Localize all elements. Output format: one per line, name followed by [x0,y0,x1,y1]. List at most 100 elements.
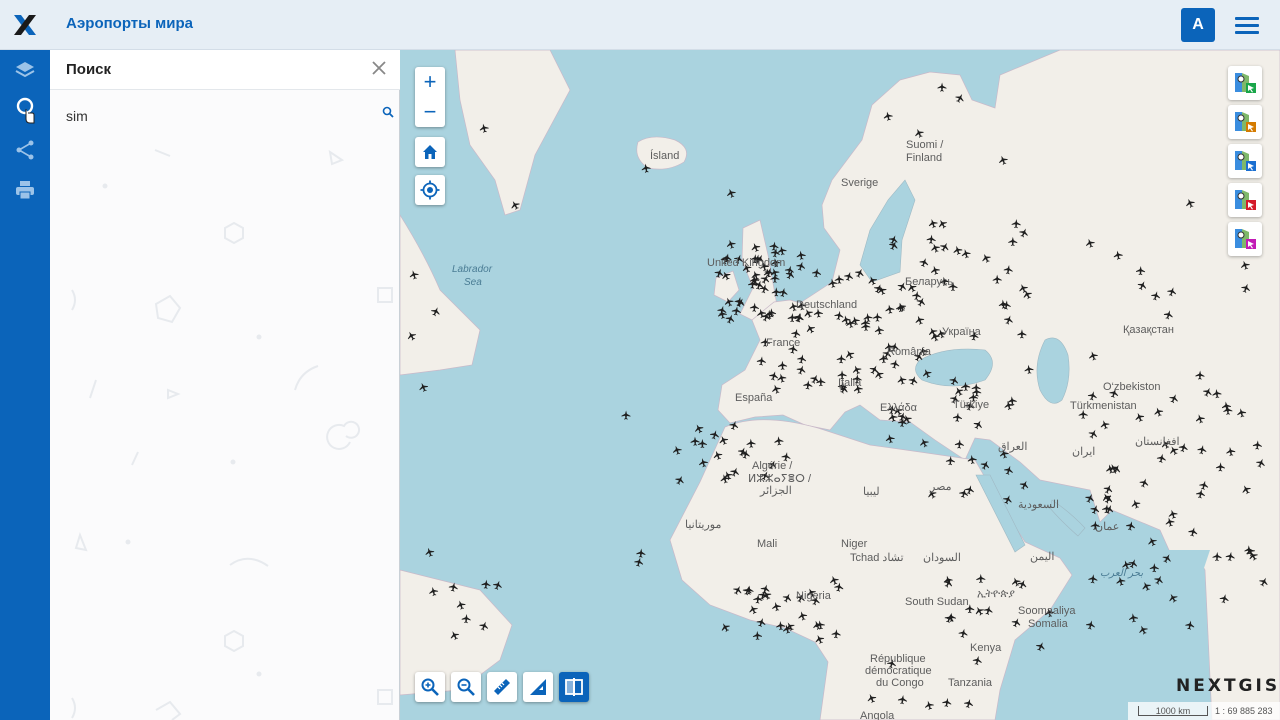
airport-marker-icon[interactable] [1168,392,1180,404]
airport-marker-icon[interactable] [1195,370,1205,380]
airport-marker-icon[interactable] [1011,219,1021,229]
airport-marker-icon[interactable] [767,308,777,318]
airport-marker-icon[interactable] [929,264,940,276]
airport-marker-icon[interactable] [844,348,856,360]
airport-marker-icon[interactable] [997,154,1009,166]
airport-marker-icon[interactable] [843,271,854,282]
airport-marker-icon[interactable] [674,474,686,486]
sidebar-item-layers[interactable] [0,50,50,90]
zoom-out-box-button[interactable] [451,672,481,702]
airport-marker-icon[interactable] [797,610,808,621]
airport-marker-icon[interactable] [958,628,969,639]
airport-marker-icon[interactable] [979,459,991,471]
airport-marker-icon[interactable] [1146,535,1158,547]
nextgis-logo-icon[interactable] [0,0,50,50]
airport-marker-icon[interactable] [1087,428,1099,440]
sidebar-item-print[interactable] [0,170,50,210]
airport-marker-icon[interactable] [1219,593,1230,604]
airport-marker-icon[interactable] [1197,444,1208,455]
airport-marker-icon[interactable] [1010,576,1022,588]
airport-marker-icon[interactable] [1128,613,1138,623]
airport-marker-icon[interactable] [1003,264,1013,275]
airport-marker-icon[interactable] [971,383,981,393]
close-icon[interactable] [370,59,388,77]
airport-marker-icon[interactable] [834,310,845,321]
identify-layer-button[interactable] [1228,222,1262,256]
airport-marker-icon[interactable] [1255,457,1267,469]
airport-marker-icon[interactable] [936,218,948,230]
airport-marker-icon[interactable] [1113,250,1124,261]
airport-marker-icon[interactable] [1137,624,1149,636]
airport-marker-icon[interactable] [1225,446,1236,457]
airport-marker-icon[interactable] [750,241,762,253]
airport-marker-icon[interactable] [1240,483,1252,495]
search-icon[interactable] [382,106,394,118]
airport-marker-icon[interactable] [796,250,806,260]
airport-marker-icon[interactable] [861,321,871,332]
airport-marker-icon[interactable] [1134,411,1146,423]
airport-marker-icon[interactable] [1136,266,1146,276]
airport-marker-icon[interactable] [1236,407,1247,418]
airport-marker-icon[interactable] [954,439,965,449]
airport-marker-icon[interactable] [1010,616,1022,628]
airport-marker-icon[interactable] [728,419,739,431]
airport-marker-icon[interactable] [492,579,504,591]
airport-marker-icon[interactable] [641,163,651,174]
airport-marker-icon[interactable] [1156,453,1167,464]
airport-marker-icon[interactable] [874,325,884,335]
airport-marker-icon[interactable] [771,601,782,612]
airport-marker-icon[interactable] [921,367,933,379]
airport-marker-icon[interactable] [636,548,646,558]
airport-marker-icon[interactable] [980,252,992,264]
airport-marker-icon[interactable] [756,356,766,366]
airport-marker-icon[interactable] [952,412,963,422]
airport-marker-icon[interactable] [770,273,780,283]
airport-marker-icon[interactable] [424,546,436,558]
airport-marker-icon[interactable] [912,290,922,301]
airport-marker-icon[interactable] [939,241,951,253]
airport-marker-icon[interactable] [1167,592,1179,604]
airport-marker-icon[interactable] [725,238,736,250]
airport-marker-icon[interactable] [1161,552,1173,564]
airport-marker-icon[interactable] [1212,551,1222,562]
airport-marker-icon[interactable] [1017,578,1029,590]
airport-marker-icon[interactable] [828,574,840,586]
airport-marker-icon[interactable] [1166,286,1177,297]
airport-marker-icon[interactable] [1125,520,1136,531]
airport-marker-icon[interactable] [992,274,1002,284]
airport-marker-icon[interactable] [866,274,878,286]
airport-marker-icon[interactable] [793,311,804,323]
airport-marker-icon[interactable] [725,187,737,199]
airport-marker-icon[interactable] [896,374,907,385]
airport-marker-icon[interactable] [1085,619,1096,630]
airport-marker-icon[interactable] [408,269,419,280]
airport-marker-icon[interactable] [737,446,749,458]
airport-marker-icon[interactable] [866,692,878,704]
airport-marker-icon[interactable] [1202,386,1214,398]
airport-marker-icon[interactable] [1130,498,1142,510]
airport-marker-icon[interactable] [1138,477,1150,489]
airport-marker-icon[interactable] [1198,480,1209,491]
airport-marker-icon[interactable] [778,360,788,370]
airport-marker-icon[interactable] [769,241,779,251]
airport-marker-icon[interactable] [803,380,813,390]
airport-marker-icon[interactable] [1258,576,1270,588]
airport-marker-icon[interactable] [776,621,786,631]
measure-distance-button[interactable] [487,672,517,702]
zoom-in-button[interactable]: + [415,67,445,97]
swipe-compare-button[interactable] [559,672,589,702]
airport-marker-icon[interactable] [976,573,986,584]
airport-marker-icon[interactable] [717,434,729,446]
airport-marker-icon[interactable] [967,454,977,465]
airport-marker-icon[interactable] [752,630,762,641]
airport-marker-icon[interactable] [1084,492,1096,504]
airport-marker-icon[interactable] [1024,364,1034,375]
airport-marker-icon[interactable] [918,257,930,269]
airport-marker-icon[interactable] [884,304,895,315]
airport-marker-icon[interactable] [729,466,741,478]
sidebar-item-share[interactable] [0,130,50,170]
airport-marker-icon[interactable] [1088,574,1098,584]
airport-marker-icon[interactable] [461,614,471,624]
airport-marker-icon[interactable] [720,269,732,281]
airport-marker-icon[interactable] [430,305,442,317]
